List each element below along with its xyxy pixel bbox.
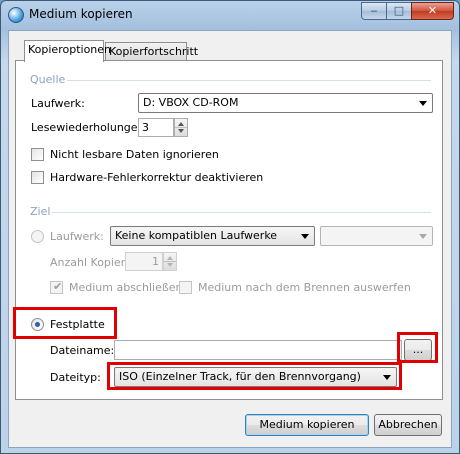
copies-input[interactable]: 1 [125, 252, 163, 271]
filetype-select[interactable]: ISO (Einzelner Track, für den Brennvorga… [114, 367, 397, 387]
read-retries-input[interactable]: 3 [138, 118, 174, 137]
finalize-label: Medium abschließen [69, 281, 183, 294]
target-drive-label: Laufwerk: [50, 230, 104, 243]
target-drive-select[interactable]: Keine kompatiblen Laufwerke [110, 226, 315, 246]
target-speed-select[interactable] [320, 226, 433, 246]
read-retries-stepper[interactable] [174, 118, 188, 137]
spin-up-icon [167, 256, 173, 260]
close-button[interactable]: ✕ [411, 2, 454, 20]
ignore-unreadable-checkbox[interactable] [31, 148, 44, 161]
spin-down-icon [167, 263, 173, 267]
title-bar[interactable]: Medium kopieren ‒ □ ✕ [1, 1, 459, 29]
app-disc-icon [8, 7, 24, 23]
tab-kopieroptionen[interactable]: Kopieroptionen [24, 40, 111, 62]
ignore-unreadable-label: Nicht lesbare Daten ignorieren [50, 148, 219, 161]
source-drive-value: D: VBOX CD-ROM [143, 96, 239, 109]
eject-label: Medium nach dem Brennen auswerfen [198, 281, 411, 294]
target-drive-radio[interactable] [31, 230, 44, 243]
minimize-button[interactable]: ‒ [361, 2, 387, 20]
radio-selected-dot [35, 322, 40, 327]
harddisk-label: Festplatte [50, 318, 105, 331]
disable-hw-correction-checkbox[interactable] [31, 171, 44, 184]
filename-input[interactable] [114, 340, 402, 360]
checkmark-icon: ✔ [53, 280, 63, 293]
filetype-value: ISO (Einzelner Track, für den Brennvorga… [119, 370, 361, 383]
disable-hw-correction-label: Hardware-Fehlerkorrektur deaktivieren [50, 171, 264, 184]
window-title: Medium kopieren [29, 7, 133, 21]
target-drive-value: Keine kompatiblen Laufwerke [115, 229, 278, 242]
source-drive-select[interactable]: D: VBOX CD-ROM [138, 93, 433, 113]
finalize-checkbox[interactable]: ✔ [50, 280, 63, 294]
target-group-divider [52, 212, 431, 213]
chevron-down-icon [419, 101, 427, 106]
harddisk-radio[interactable] [31, 318, 44, 331]
filename-label: Dateiname: [50, 344, 115, 357]
source-group-label: Quelle [30, 73, 66, 86]
copy-medium-button[interactable]: Medium kopieren [245, 414, 369, 436]
copies-label: Anzahl Kopien: [50, 256, 132, 269]
browse-button[interactable]: ... [404, 339, 432, 361]
tab-kopierfortschritt[interactable]: Kopierfortschritt [105, 42, 198, 62]
source-drive-label: Laufwerk: [31, 97, 85, 110]
maximize-button[interactable]: □ [386, 2, 412, 20]
cancel-button[interactable]: Abbrechen [374, 414, 442, 436]
spin-down-icon [178, 129, 184, 133]
chevron-down-icon [383, 375, 391, 380]
target-group-label: Ziel [30, 205, 51, 218]
chevron-down-icon [419, 234, 427, 239]
chevron-down-icon [301, 234, 309, 239]
copies-stepper[interactable] [163, 252, 177, 271]
eject-checkbox[interactable] [179, 281, 192, 294]
source-group-divider [67, 80, 431, 81]
filetype-label: Dateityp: [50, 371, 101, 384]
read-retries-label: Lesewiederholungen: [31, 121, 149, 134]
spin-up-icon [178, 122, 184, 126]
